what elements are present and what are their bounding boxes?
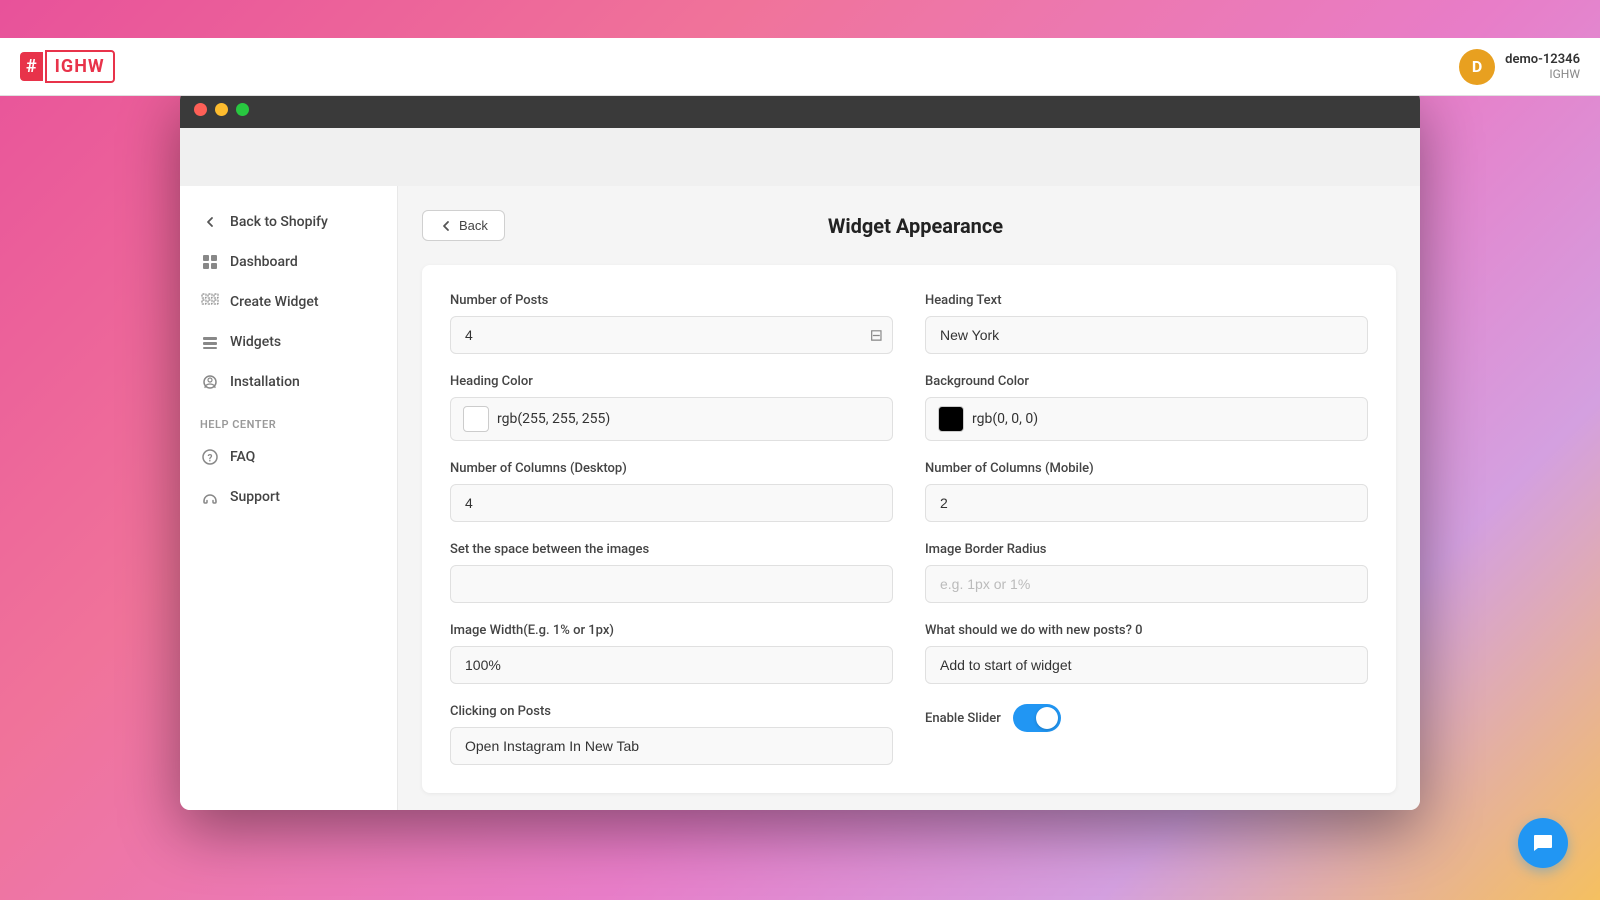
header: # IGHW D demo-12346 IGHW — [180, 90, 1420, 96]
heading-color-label: Heading Color — [450, 374, 893, 389]
columns-desktop-label: Number of Columns (Desktop) — [450, 461, 893, 476]
background-color-label: Background Color — [925, 374, 1368, 389]
sidebar-item-label: Widgets — [230, 334, 281, 350]
new-posts-input[interactable] — [925, 646, 1368, 684]
columns-desktop-input[interactable] — [450, 484, 893, 522]
sidebar-back-label: Back to Shopify — [230, 214, 328, 230]
image-width-input[interactable] — [450, 646, 893, 684]
sidebar-item-label: Support — [230, 489, 280, 505]
heading-text-group: Heading Text — [925, 293, 1368, 354]
sidebar: Back to Shopify Dashboard — [180, 186, 398, 810]
background-color-input[interactable]: rgb(0, 0, 0) — [925, 397, 1368, 441]
create-widget-icon — [200, 292, 220, 312]
sidebar-item-support[interactable]: Support — [180, 477, 397, 517]
support-icon — [200, 487, 220, 507]
sidebar-item-faq[interactable]: ? FAQ — [180, 437, 397, 477]
enable-slider-row: Enable Slider — [925, 704, 1368, 732]
page-header: Back Widget Appearance — [422, 210, 1396, 241]
svg-text:?: ? — [208, 454, 213, 465]
num-posts-icon: ⊟ — [870, 326, 883, 345]
sidebar-item-dashboard[interactable]: Dashboard — [180, 242, 397, 282]
heading-color-input[interactable]: rgb(255, 255, 255) — [450, 397, 893, 441]
sidebar-item-back[interactable]: Back to Shopify — [180, 202, 397, 242]
sidebar-item-create-widget[interactable]: Create Widget — [180, 282, 397, 322]
heading-text-label: Heading Text — [925, 293, 1368, 308]
form-grid: Number of Posts ⊟ Heading Text Heading C — [450, 293, 1368, 765]
space-between-group: Set the space between the images — [450, 542, 893, 603]
sidebar-item-label: Dashboard — [230, 254, 298, 270]
close-button[interactable] — [194, 103, 207, 116]
toggle-track — [1013, 704, 1061, 732]
columns-desktop-group: Number of Columns (Desktop) — [450, 461, 893, 522]
sidebar-item-label: Installation — [230, 374, 300, 390]
border-radius-group: Image Border Radius — [925, 542, 1368, 603]
num-posts-label: Number of Posts — [450, 293, 893, 308]
traffic-lights — [194, 103, 249, 116]
faq-icon: ? — [200, 447, 220, 467]
clicking-posts-label: Clicking on Posts — [450, 704, 893, 719]
sidebar-item-installation[interactable]: Installation — [180, 362, 397, 402]
num-posts-input[interactable] — [450, 316, 893, 354]
main-content: Back Widget Appearance Number of Posts ⊟ — [398, 186, 1420, 810]
heading-color-group: Heading Color rgb(255, 255, 255) — [450, 374, 893, 441]
sidebar-item-widgets[interactable]: Widgets — [180, 322, 397, 362]
enable-slider-group: Enable Slider — [925, 704, 1368, 765]
main-layout: Back to Shopify Dashboard — [180, 186, 1420, 810]
enable-slider-label: Enable Slider — [925, 711, 1001, 726]
background-color-group: Background Color rgb(0, 0, 0) — [925, 374, 1368, 441]
minimize-button[interactable] — [215, 103, 228, 116]
heading-color-swatch — [463, 406, 489, 432]
heading-color-value: rgb(255, 255, 255) — [497, 411, 610, 427]
border-radius-label: Image Border Radius — [925, 542, 1368, 557]
new-posts-group: What should we do with new posts? 0 — [925, 623, 1368, 684]
toggle-thumb — [1036, 707, 1058, 729]
heading-text-input[interactable] — [925, 316, 1368, 354]
new-posts-label: What should we do with new posts? 0 — [925, 623, 1368, 638]
form-card: Number of Posts ⊟ Heading Text Heading C — [422, 265, 1396, 793]
clicking-posts-group: Clicking on Posts — [450, 704, 893, 765]
background-color-swatch — [938, 406, 964, 432]
back-button-label: Back — [459, 218, 488, 233]
back-button[interactable]: Back — [422, 210, 505, 241]
background-color-value: rgb(0, 0, 0) — [972, 411, 1038, 427]
num-posts-group: Number of Posts ⊟ — [450, 293, 893, 354]
columns-mobile-label: Number of Columns (Mobile) — [925, 461, 1368, 476]
sidebar-item-label: FAQ — [230, 449, 255, 465]
page-title: Widget Appearance — [525, 214, 1306, 238]
help-section-label: HELP CENTER — [180, 402, 397, 437]
image-width-label: Image Width(E.g. 1% or 1px) — [450, 623, 893, 638]
border-radius-input[interactable] — [925, 565, 1368, 603]
installation-icon — [200, 372, 220, 392]
widgets-icon — [200, 332, 220, 352]
space-between-input[interactable] — [450, 565, 893, 603]
dashboard-icon — [200, 252, 220, 272]
chat-fab-button[interactable] — [1518, 818, 1568, 868]
space-between-label: Set the space between the images — [450, 542, 893, 557]
sidebar-item-label: Create Widget — [230, 294, 319, 310]
app-window: # IGHW D demo-12346 IGHW Back to Shopify — [180, 90, 1420, 810]
columns-mobile-input[interactable] — [925, 484, 1368, 522]
enable-slider-toggle[interactable] — [1013, 704, 1061, 732]
columns-mobile-group: Number of Columns (Mobile) — [925, 461, 1368, 522]
clicking-posts-input[interactable] — [450, 727, 893, 765]
fullscreen-button[interactable] — [236, 103, 249, 116]
back-arrow-icon — [200, 212, 220, 232]
image-width-group: Image Width(E.g. 1% or 1px) — [450, 623, 893, 684]
num-posts-input-wrapper: ⊟ — [450, 316, 893, 354]
